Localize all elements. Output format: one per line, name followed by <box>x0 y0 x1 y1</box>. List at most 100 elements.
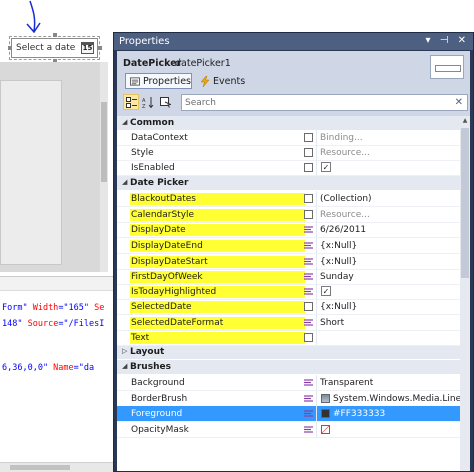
object-name[interactable]: datePicker1 <box>175 58 231 69</box>
xaml-editor[interactable]: Form" Width="165" Se 148" Source="/FilesI… <box>0 276 113 472</box>
property-value[interactable]: Sunday <box>320 271 458 283</box>
property-value[interactable]: Resource... <box>320 147 458 159</box>
resource-marker-icon[interactable] <box>304 394 313 403</box>
property-row-displaydate[interactable]: DisplayDate 6/26/2011 <box>117 222 460 238</box>
column-divider <box>316 422 317 437</box>
property-marker-icon[interactable] <box>304 133 313 142</box>
property-row-datacontext[interactable]: DataContext Binding... <box>117 130 460 146</box>
property-grid-scroll-thumb[interactable] <box>461 128 469 278</box>
property-value[interactable]: Short <box>320 317 458 329</box>
property-grid-scrollbar[interactable]: ▲ <box>460 116 470 471</box>
property-row-opacitymask[interactable]: OpacityMask <box>117 422 460 438</box>
property-row-selecteddateformat[interactable]: SelectedDateFormat Short <box>117 315 460 331</box>
property-value[interactable]: Binding... <box>320 132 458 144</box>
property-marker-icon[interactable] <box>304 194 313 203</box>
resize-handle-top[interactable] <box>53 33 57 37</box>
resource-marker-icon[interactable] <box>304 241 313 250</box>
column-divider <box>316 406 317 421</box>
sort-alphabetical-button[interactable]: A Z <box>140 94 156 110</box>
property-value[interactable]: 6/26/2011 <box>320 224 458 236</box>
categorized-view-button[interactable] <box>123 94 139 110</box>
property-marker-icon[interactable] <box>304 163 313 172</box>
property-marker-icon[interactable] <box>304 302 313 311</box>
properties-toolbar: A Z <box>123 94 173 110</box>
property-row-calendarstyle[interactable]: CalendarStyle Resource... <box>117 207 460 223</box>
property-row-text[interactable]: Text <box>117 330 460 346</box>
xaml-token: Source <box>22 319 59 329</box>
property-checkbox[interactable]: ✓ <box>321 286 331 296</box>
resource-marker-icon[interactable] <box>304 287 313 296</box>
clear-search-icon[interactable]: ✕ <box>455 97 463 108</box>
properties-title-bar[interactable]: Properties ▾ ⊣ ✕ <box>114 33 473 50</box>
property-name: SelectedDate <box>130 301 305 313</box>
property-value[interactable] <box>333 424 460 436</box>
property-name: Style <box>131 148 154 158</box>
xaml-token: 6,36,0,0" <box>2 363 49 373</box>
property-value[interactable]: #FF333333 <box>333 408 460 420</box>
property-row-selecteddate[interactable]: SelectedDate {x:Null} <box>117 299 460 315</box>
tab-properties[interactable]: Properties <box>125 73 192 89</box>
property-value[interactable]: {x:Null} <box>320 240 458 252</box>
resize-handle-right[interactable] <box>98 46 102 50</box>
property-row-istodayhighlighted[interactable]: IsTodayHighlighted ✓ <box>117 284 460 300</box>
property-row-isenabled[interactable]: IsEnabled ✓ <box>117 160 460 176</box>
resource-marker-icon[interactable] <box>304 318 313 327</box>
svg-text:Z: Z <box>142 104 146 108</box>
property-row-displaydateend[interactable]: DisplayDateEnd {x:Null} <box>117 238 460 254</box>
scroll-up-icon[interactable]: ▲ <box>460 116 470 126</box>
property-value[interactable]: System.Windows.Media.Linea <box>333 393 460 405</box>
property-row-foreground[interactable]: Foreground #FF333333 <box>117 406 460 422</box>
resource-marker-icon[interactable] <box>304 378 313 387</box>
category-brushes[interactable]: ◢ Brushes <box>117 360 460 374</box>
resource-marker-icon[interactable] <box>304 225 313 234</box>
expand-triangle-icon[interactable]: ▷ <box>122 347 127 355</box>
brush-swatch[interactable] <box>321 409 330 418</box>
xaml-horizontal-scrollbar[interactable] <box>0 462 113 472</box>
category-common[interactable]: ◢ Common <box>117 116 460 130</box>
datepicker-control[interactable]: Select a date 15 <box>9 36 100 60</box>
brush-swatch[interactable] <box>321 394 330 403</box>
window-controls-icons[interactable]: ▾ ⊣ ✕ <box>426 35 469 46</box>
collapse-triangle-icon[interactable]: ◢ <box>122 178 127 186</box>
resource-marker-icon[interactable] <box>304 425 313 434</box>
xaml-scroll-thumb[interactable] <box>10 465 70 470</box>
property-marker-icon[interactable] <box>304 148 313 157</box>
resource-marker-icon[interactable] <box>304 409 313 418</box>
property-value[interactable] <box>320 332 458 344</box>
property-value[interactable]: {x:Null} <box>320 256 458 268</box>
property-value[interactable]: Transparent <box>320 377 458 389</box>
category-layout[interactable]: ▷ Layout <box>117 345 460 359</box>
designer-scroll-thumb[interactable] <box>101 102 107 182</box>
category-date-picker[interactable]: ◢ Date Picker <box>117 176 460 190</box>
hand-drawn-arrow-icon <box>26 0 41 34</box>
property-value[interactable]: Resource... <box>320 209 458 221</box>
property-value[interactable]: {x:Null} <box>320 301 458 313</box>
property-marker-icon[interactable] <box>304 333 313 342</box>
xaml-line[interactable]: 148" Source="/FilesI <box>2 319 104 329</box>
property-name: FirstDayOfWeek <box>130 271 305 283</box>
resize-handle-left[interactable] <box>8 46 12 50</box>
search-input[interactable] <box>185 97 445 109</box>
xaml-line[interactable]: Form" Width="165" Se <box>2 303 104 313</box>
collapse-triangle-icon[interactable]: ◢ <box>122 362 127 370</box>
property-row-displaydatestart[interactable]: DisplayDateStart {x:Null} <box>117 254 460 270</box>
property-checkbox[interactable]: ✓ <box>321 162 331 172</box>
property-marker-icon[interactable] <box>304 210 313 219</box>
property-row-background[interactable]: Background Transparent <box>117 375 460 391</box>
resource-marker-icon[interactable] <box>304 257 313 266</box>
property-row-blackoutdates[interactable]: BlackoutDates (Collection) <box>117 191 460 207</box>
property-row-firstdayofweek[interactable]: FirstDayOfWeek Sunday <box>117 269 460 285</box>
brush-swatch[interactable] <box>321 425 330 434</box>
search-box[interactable]: ✕ <box>181 94 468 111</box>
collapse-triangle-icon[interactable]: ◢ <box>122 118 127 126</box>
xaml-line[interactable]: 6,36,0,0" Name="da <box>2 363 94 373</box>
property-value[interactable]: (Collection) <box>320 193 458 205</box>
calendar-icon[interactable]: 15 <box>81 42 94 54</box>
property-grid: ◢ Common ◢ Date Picker ▷ Layout ◢ Brushe… <box>117 116 460 471</box>
property-row-borderbrush[interactable]: BorderBrush System.Windows.Media.Linea <box>117 391 460 407</box>
property-row-style[interactable]: Style Resource... <box>117 145 460 161</box>
resource-marker-icon[interactable] <box>304 272 313 281</box>
designer-scrollbar[interactable] <box>100 62 108 272</box>
filter-button[interactable] <box>157 94 173 110</box>
tab-events[interactable]: Events <box>197 73 249 89</box>
